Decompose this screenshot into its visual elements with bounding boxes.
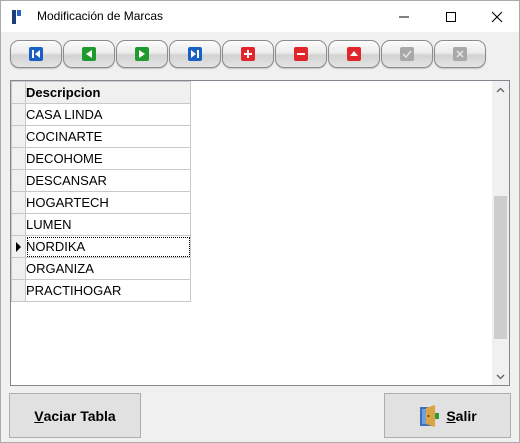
row-indicator	[11, 103, 26, 126]
maximize-button[interactable]	[428, 1, 474, 32]
post-edit-button[interactable]	[381, 40, 433, 68]
table-row[interactable]: ORGANIZA	[11, 257, 191, 280]
vaciar-tabla-hotkey: V	[34, 407, 44, 424]
vertical-scrollbar[interactable]	[492, 81, 509, 385]
previous-record-icon	[82, 47, 96, 61]
table-row[interactable]: CASA LINDA	[11, 103, 191, 126]
grid-cell[interactable]: DESCANSAR	[25, 169, 191, 192]
table-row[interactable]: LUMEN	[11, 213, 191, 236]
grid-cell[interactable]: HOGARTECH	[25, 191, 191, 214]
table-row[interactable]: DECOHOME	[11, 147, 191, 170]
cancel-edit-button[interactable]	[434, 40, 486, 68]
row-indicator	[11, 257, 26, 280]
salir-label: alir	[455, 407, 477, 424]
table-row[interactable]: HOGARTECH	[11, 191, 191, 214]
edit-record-button[interactable]	[328, 40, 380, 68]
row-indicator	[11, 169, 26, 192]
chevron-down-icon	[496, 374, 505, 379]
table-row[interactable]: DESCANSAR	[11, 169, 191, 192]
column-header-descripcion[interactable]: Descripcion	[25, 81, 191, 104]
indicator-header	[11, 81, 26, 104]
row-indicator	[11, 147, 26, 170]
window-title: Modificación de Marcas	[37, 9, 164, 23]
exit-door-icon	[418, 404, 440, 428]
close-icon	[491, 11, 503, 22]
check-icon	[400, 47, 414, 61]
vaciar-tabla-button[interactable]: Vaciar Tabla	[9, 393, 141, 438]
maximize-icon	[446, 11, 456, 22]
salir-button[interactable]: Salir	[384, 393, 511, 438]
last-record-icon	[188, 47, 202, 61]
first-record-icon	[29, 47, 43, 61]
close-button[interactable]	[474, 1, 520, 32]
grid-cell[interactable]: PRACTIHOGAR	[25, 279, 191, 302]
grid-cell[interactable]: LUMEN	[25, 213, 191, 236]
chevron-up-icon	[496, 87, 505, 92]
table-row-current[interactable]: NORDIKA	[11, 235, 191, 258]
previous-record-button[interactable]	[63, 40, 115, 68]
grid-cell[interactable]: CASA LINDA	[25, 103, 191, 126]
delete-record-button[interactable]	[275, 40, 327, 68]
grid-table: Descripcion CASA LINDA COCINARTE DECOHOM…	[11, 81, 191, 302]
row-indicator	[11, 125, 26, 148]
last-record-button[interactable]	[169, 40, 221, 68]
app-icon	[10, 9, 24, 25]
grid-cell[interactable]: COCINARTE	[25, 125, 191, 148]
x-icon	[453, 47, 467, 61]
first-record-button[interactable]	[10, 40, 62, 68]
minimize-button[interactable]	[381, 1, 427, 32]
table-row[interactable]: COCINARTE	[11, 125, 191, 148]
triangle-up-icon	[347, 47, 361, 61]
table-row[interactable]: PRACTIHOGAR	[11, 279, 191, 302]
row-indicator	[11, 191, 26, 214]
main-window: Modificación de Marcas Descripcion CASA …	[0, 0, 520, 443]
insert-record-button[interactable]	[222, 40, 274, 68]
row-indicator	[11, 213, 26, 236]
minus-icon	[294, 47, 308, 61]
header-row: Descripcion	[11, 81, 191, 104]
vaciar-tabla-label: aciar Tabla	[43, 407, 116, 424]
data-grid[interactable]: Descripcion CASA LINDA COCINARTE DECOHOM…	[10, 80, 510, 386]
grid-cell[interactable]: ORGANIZA	[25, 257, 191, 280]
title-bar: Modificación de Marcas	[1, 1, 519, 32]
scroll-up-button[interactable]	[492, 81, 509, 98]
next-record-button[interactable]	[116, 40, 168, 68]
row-indicator	[11, 279, 26, 302]
grid-cell-selected[interactable]: NORDIKA	[25, 235, 191, 258]
scrollbar-thumb[interactable]	[494, 196, 507, 339]
scroll-down-button[interactable]	[492, 368, 509, 385]
row-indicator-current	[11, 235, 26, 258]
navigator-toolbar	[10, 39, 490, 71]
next-record-icon	[135, 47, 149, 61]
grid-cell[interactable]: DECOHOME	[25, 147, 191, 170]
minimize-icon	[399, 16, 409, 17]
current-row-arrow-icon	[16, 241, 21, 252]
plus-icon	[241, 47, 255, 61]
salir-hotkey: S	[446, 407, 456, 424]
